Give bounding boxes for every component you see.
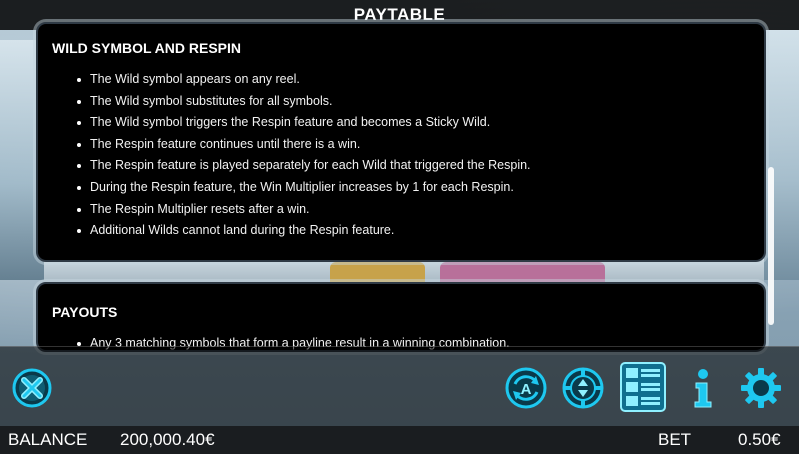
background-symbol: [330, 262, 425, 284]
status-bar: BALANCE 200,000.40€ BET 0.50€: [0, 426, 799, 454]
close-button[interactable]: [12, 368, 52, 408]
settings-button[interactable]: [740, 367, 782, 409]
scrollbar[interactable]: [768, 40, 774, 340]
scrollbar-thumb[interactable]: [768, 167, 774, 325]
paytable-icon: [620, 362, 666, 412]
bet-value: 0.50€: [738, 430, 781, 449]
bet-label: BET: [658, 430, 692, 449]
list-item: Additional Wilds cannot land during the …: [52, 220, 748, 242]
list-item: The Wild symbol triggers the Respin feat…: [52, 112, 748, 134]
bet-chip-icon: [562, 367, 604, 409]
background-symbol: [440, 262, 605, 284]
game-screen: PAYTABLE WILD SYMBOL AND RESPIN The Wild…: [0, 0, 799, 454]
svg-text:A: A: [521, 381, 532, 398]
list-item: During the Respin feature, the Win Multi…: [52, 177, 748, 199]
payouts-panel: PAYOUTS Any 3 matching symbols that form…: [36, 282, 766, 352]
gear-icon: [741, 368, 781, 408]
control-bar: A: [0, 346, 799, 426]
list-item: The Respin feature continues until there…: [52, 134, 748, 156]
info-button[interactable]: [688, 367, 718, 409]
list-item: The Respin Multiplier resets after a win…: [52, 199, 748, 221]
close-icon: [12, 368, 52, 408]
list-item: The Wild symbol substitutes for all symb…: [52, 91, 748, 113]
paytable-button[interactable]: [619, 361, 667, 413]
list-item: The Wild symbol appears on any reel.: [52, 69, 748, 91]
bet-button[interactable]: [562, 367, 604, 409]
autoplay-icon: A: [505, 367, 547, 409]
wild-respin-panel: WILD SYMBOL AND RESPIN The Wild symbol a…: [36, 22, 766, 262]
rule-list: The Wild symbol appears on any reel. The…: [52, 69, 748, 242]
autoplay-button[interactable]: A: [505, 367, 547, 409]
balance-label: BALANCE: [8, 430, 88, 449]
list-item: The Respin feature is played separately …: [52, 155, 748, 177]
section-heading: WILD SYMBOL AND RESPIN: [52, 40, 242, 56]
section-heading: PAYOUTS: [52, 304, 118, 320]
info-icon: [694, 369, 712, 408]
balance-value: 200,000.40€: [120, 430, 215, 449]
